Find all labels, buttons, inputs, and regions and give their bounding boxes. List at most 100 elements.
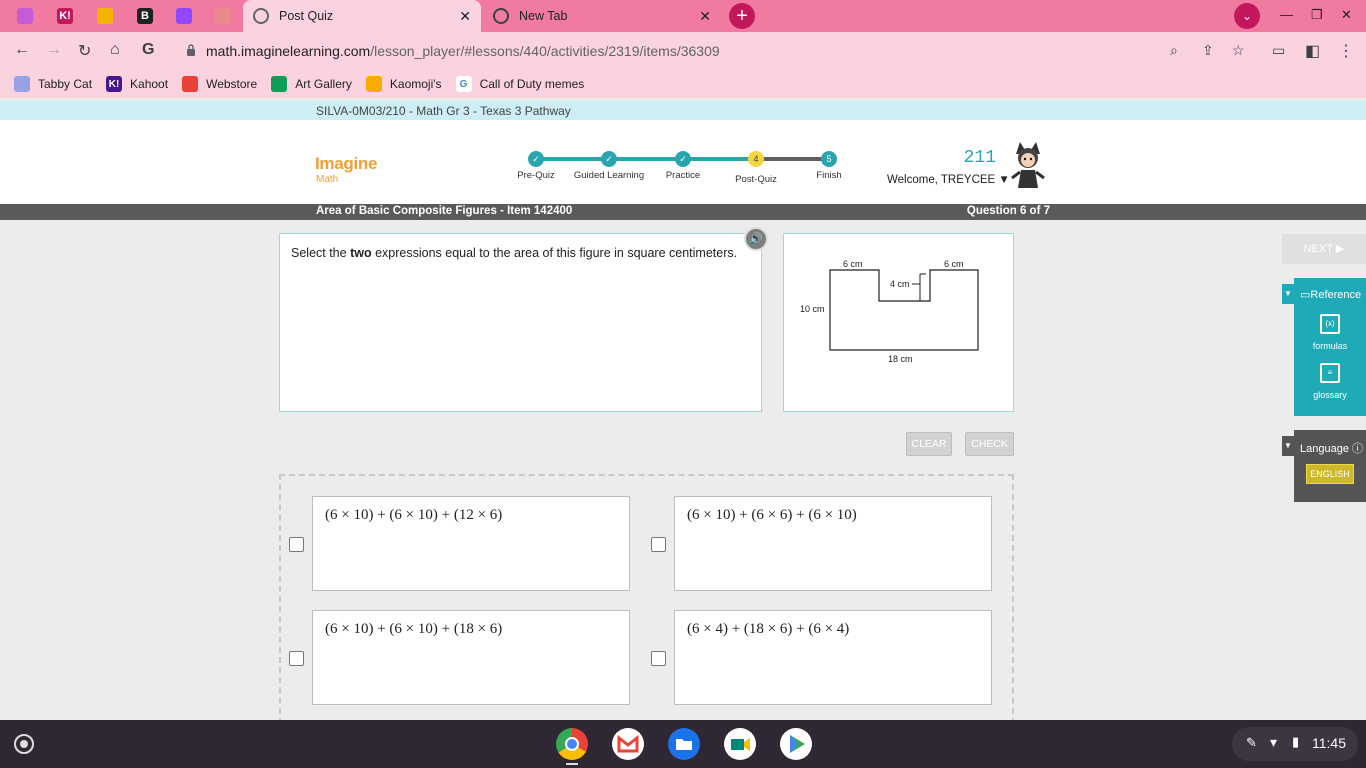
step-guided-learning: ✓ — [601, 151, 617, 167]
google-icon: G — [455, 76, 472, 92]
pinned-tab-1[interactable] — [8, 4, 42, 28]
slides-icon — [97, 8, 113, 24]
star-icon[interactable]: ☆ — [1232, 42, 1245, 59]
label-bottom: 18 cm — [888, 354, 913, 364]
system-tray[interactable]: ✎ ▾ ▮ 11:45 — [1232, 727, 1358, 761]
bookmark-app-icon: B — [137, 8, 153, 24]
welcome-menu[interactable]: Welcome, TREYCEE ▼ — [887, 174, 1010, 186]
clock: 11:45 — [1312, 735, 1346, 751]
tab-strip: K! B Post Quiz ✕ New Tab ✕ + ⌄ — ❐ ✕ — [0, 0, 1366, 32]
glossary-icon[interactable]: ≡ — [1320, 363, 1340, 383]
step-finish: 5 — [821, 151, 837, 167]
choice-1-checkbox[interactable] — [289, 537, 304, 552]
question-text: Select the two expressions equal to the … — [291, 246, 738, 260]
forward-icon[interactable]: → — [46, 41, 62, 59]
reference-collapse-toggle[interactable]: ▼ — [1282, 284, 1294, 304]
choice-4-checkbox[interactable] — [651, 651, 666, 666]
choice-2[interactable]: (6 × 10) + (6 × 6) + (6 × 10) — [674, 496, 992, 591]
lock-icon — [187, 44, 195, 56]
chrome-icon[interactable] — [556, 728, 588, 760]
gmail-icon[interactable] — [612, 728, 644, 760]
answer-choices: (6 × 10) + (6 × 10) + (12 × 6) (6 × 10) … — [279, 474, 1014, 724]
stylus-icon: ✎ — [1246, 735, 1257, 750]
back-icon[interactable]: ← — [14, 41, 30, 59]
check-button[interactable]: CHECK — [965, 432, 1014, 456]
close-window-icon[interactable]: ✕ — [1341, 7, 1352, 23]
bookmark-tabby-cat[interactable]: Tabby Cat — [14, 76, 92, 92]
side-panel-icon[interactable]: ◧ — [1305, 41, 1320, 61]
choice-3-checkbox[interactable] — [289, 651, 304, 666]
bookmark-call-of-duty-memes[interactable]: G Call of Duty memes — [455, 76, 584, 92]
menu-icon[interactable]: ⋮ — [1338, 41, 1354, 61]
score: 211 — [963, 148, 996, 168]
os-shelf: ✎ ▾ ▮ 11:45 — [0, 720, 1366, 768]
globe-icon — [253, 8, 269, 24]
folder-icon — [365, 76, 382, 92]
avatar[interactable] — [1008, 140, 1048, 190]
meet-icon[interactable] — [724, 728, 756, 760]
tab-post-quiz[interactable]: Post Quiz ✕ — [243, 0, 481, 32]
play-store-icon[interactable] — [780, 728, 812, 760]
choice-2-checkbox[interactable] — [651, 537, 666, 552]
close-icon[interactable]: ✕ — [699, 8, 711, 25]
choice-expression: (6 × 10) + (6 × 6) + (6 × 10) — [687, 507, 857, 523]
step-label: Post-Quiz — [735, 174, 777, 185]
launcher-icon[interactable] — [14, 734, 34, 754]
pinned-tab-4[interactable]: B — [128, 4, 162, 28]
google-icon[interactable]: G — [142, 41, 154, 59]
art-gallery-icon — [271, 76, 288, 92]
browser-toolbar: ← → ↻ ⌂ G math.imaginelearning.com/lesso… — [0, 32, 1366, 70]
webstore-icon — [182, 76, 199, 92]
zoom-icon[interactable]: ⌕ — [1170, 42, 1178, 59]
maximize-icon[interactable]: ❐ — [1311, 7, 1323, 23]
label-notch: 4 cm — [890, 279, 910, 289]
share-icon[interactable]: ⇪ — [1202, 42, 1214, 59]
cast-icon[interactable]: ▭ — [1272, 42, 1285, 59]
imagine-logo: Imagine — [315, 154, 378, 173]
files-icon[interactable] — [668, 728, 700, 760]
pinned-tab-2[interactable]: K! — [48, 4, 82, 28]
bookmark-kahoot[interactable]: K! Kahoot — [106, 76, 168, 92]
choice-4[interactable]: (6 × 4) + (18 × 6) + (6 × 4) — [674, 610, 992, 705]
glossary-link[interactable]: glossary — [1294, 390, 1366, 400]
book-icon: ▭ — [1300, 289, 1311, 301]
info-icon[interactable]: ⓘ — [1352, 443, 1363, 455]
speaker-icon[interactable]: 🔊 — [744, 227, 768, 251]
tab-title: New Tab — [519, 9, 568, 23]
language-collapse-toggle[interactable]: ▼ — [1282, 436, 1294, 456]
kahoot-icon: K! — [106, 76, 123, 92]
pinned-tab-6[interactable] — [206, 4, 240, 28]
twitch-icon — [176, 8, 192, 24]
formulas-link[interactable]: formulas — [1294, 341, 1366, 351]
formulas-icon[interactable]: (x) — [1320, 314, 1340, 334]
progress-track-remaining — [756, 157, 829, 161]
close-icon[interactable]: ✕ — [459, 8, 471, 25]
tab-new-tab[interactable]: New Tab ✕ — [483, 0, 721, 32]
home-icon[interactable]: ⌂ — [110, 41, 120, 59]
choice-expression: (6 × 10) + (6 × 10) + (18 × 6) — [325, 621, 503, 637]
tabby-cat-icon — [14, 76, 30, 92]
minimize-icon[interactable]: — — [1280, 7, 1293, 22]
wifi-icon: ▾ — [1270, 734, 1278, 750]
pinned-tab-3[interactable] — [88, 4, 122, 28]
bookmark-art-gallery[interactable]: Art Gallery — [271, 76, 352, 92]
url-text: math.imaginelearning.com/lesson_player/#… — [206, 43, 720, 59]
reload-icon[interactable]: ↻ — [78, 41, 91, 61]
new-tab-button[interactable]: + — [729, 3, 755, 29]
pinned-tab-5[interactable] — [167, 4, 201, 28]
english-button[interactable]: ENGLISH — [1306, 464, 1354, 484]
course-bar: SILVA-0M03/210 - Math Gr 3 - Texas 3 Pat… — [0, 101, 1366, 120]
math-logo-sub: Math — [316, 174, 339, 185]
choice-3[interactable]: (6 × 10) + (6 × 10) + (18 × 6) — [312, 610, 630, 705]
clear-button[interactable]: CLEAR — [906, 432, 952, 456]
choice-1[interactable]: (6 × 10) + (6 × 10) + (12 × 6) — [312, 496, 630, 591]
bookmark-webstore[interactable]: Webstore — [182, 76, 257, 92]
bookmark-kaomojis[interactable]: Kaomoji's — [365, 76, 442, 92]
reference-title: ▭Reference — [1300, 289, 1362, 301]
figure-panel: 6 cm 6 cm 4 cm 10 cm 18 cm — [783, 233, 1014, 412]
next-button[interactable]: NEXT ▶ — [1282, 234, 1366, 264]
tab-search-icon[interactable]: ⌄ — [1234, 3, 1260, 29]
chrome-icon — [493, 8, 509, 24]
address-bar[interactable]: math.imaginelearning.com/lesson_player/#… — [170, 36, 1290, 66]
step-pre-quiz: ✓ — [528, 151, 544, 167]
